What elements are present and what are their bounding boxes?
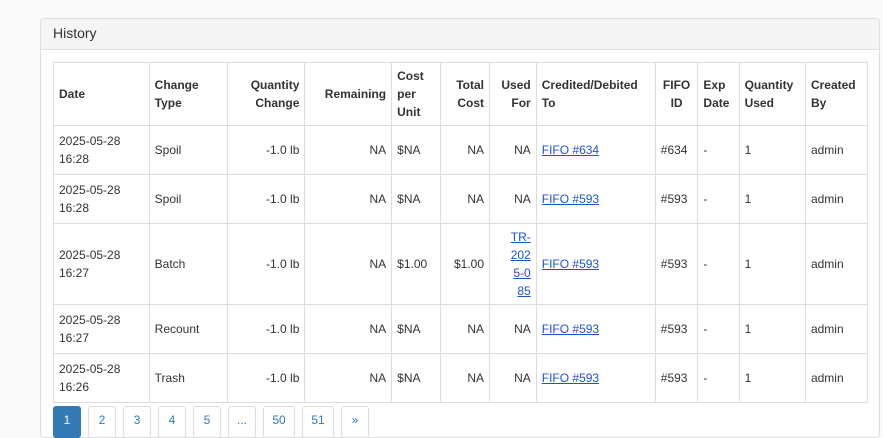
- cell-total-cost: NA: [440, 353, 491, 403]
- next-page-button[interactable]: »: [341, 406, 369, 438]
- cell-created-by: admin: [804, 304, 869, 354]
- cell-used-for: NA: [489, 125, 537, 175]
- page-ellipsis: ...: [228, 406, 256, 438]
- pagination: 1 2 3 4 5 ... 50 51 »: [53, 406, 369, 438]
- fifo-link[interactable]: FIFO #593: [542, 371, 599, 385]
- table-row: 2025-05-28 16:28 Spoil -1.0 lb NA $NA NA…: [53, 174, 869, 224]
- page-button-2[interactable]: 2: [88, 406, 116, 438]
- header-cost-per-unit: Cost per Unit: [391, 62, 442, 126]
- cell-date: 2025-05-28 16:28: [53, 125, 150, 175]
- cell-created-by: admin: [804, 353, 869, 403]
- header-created-by: Created By: [804, 62, 869, 126]
- cell-quantity-used: 1: [738, 223, 806, 305]
- cell-cost-per-unit: $NA: [391, 125, 442, 175]
- page-button-5[interactable]: 5: [193, 406, 221, 438]
- table-row: 2025-05-28 16:28 Spoil -1.0 lb NA $NA NA…: [53, 125, 869, 175]
- cell-remaining: NA: [304, 174, 393, 224]
- cell-quantity-change: -1.0 lb: [226, 304, 306, 354]
- cell-quantity-used: 1: [738, 174, 806, 224]
- fifo-link[interactable]: FIFO #593: [542, 192, 599, 206]
- table-row: 2025-05-28 16:27 Batch -1.0 lb NA $1.00 …: [53, 223, 869, 305]
- header-credited-debited-to: Credited/Debited To: [535, 62, 656, 126]
- cell-date: 2025-05-28 16:28: [53, 174, 150, 224]
- cell-exp-date: -: [697, 353, 740, 403]
- cell-date: 2025-05-28 16:27: [53, 304, 150, 354]
- cell-quantity-used: 1: [738, 304, 806, 354]
- header-remaining: Remaining: [304, 62, 393, 126]
- cell-quantity-change: -1.0 lb: [226, 223, 306, 305]
- history-panel: History Date Change Type Quantity Change…: [40, 18, 880, 438]
- header-total-cost: Total Cost: [440, 62, 491, 126]
- history-table: Date Change Type Quantity Change Remaini…: [53, 62, 869, 403]
- page-button-50[interactable]: 50: [263, 406, 295, 438]
- cell-quantity-change: -1.0 lb: [226, 353, 306, 403]
- panel-title: History: [41, 19, 879, 50]
- fifo-link[interactable]: FIFO #593: [542, 322, 599, 336]
- cell-cost-per-unit: $1.00: [391, 223, 442, 305]
- cell-cost-per-unit: $NA: [391, 304, 442, 354]
- cell-credited-to: FIFO #593: [535, 353, 656, 403]
- cell-fifo-id: #593: [654, 304, 699, 354]
- cell-quantity-change: -1.0 lb: [226, 174, 306, 224]
- cell-date: 2025-05-28 16:27: [53, 223, 150, 305]
- header-exp-date: Exp Date: [697, 62, 740, 126]
- header-quantity-used: Quantity Used: [738, 62, 806, 126]
- table-header-row: Date Change Type Quantity Change Remaini…: [53, 62, 869, 126]
- cell-credited-to: FIFO #593: [535, 174, 656, 224]
- header-quantity-change: Quantity Change: [226, 62, 306, 126]
- cell-credited-to: FIFO #634: [535, 125, 656, 175]
- cell-quantity-used: 1: [738, 125, 806, 175]
- cell-change-type: Batch: [148, 223, 228, 305]
- cell-change-type: Spoil: [148, 174, 228, 224]
- header-fifo-id: FIFO ID: [654, 62, 699, 126]
- cell-total-cost: NA: [440, 304, 491, 354]
- cell-remaining: NA: [304, 223, 393, 305]
- header-used-for: Used For: [489, 62, 537, 126]
- table-row: 2025-05-28 16:27 Recount -1.0 lb NA $NA …: [53, 304, 869, 354]
- cell-used-for: NA: [489, 304, 537, 354]
- cell-fifo-id: #593: [654, 223, 699, 305]
- cell-fifo-id: #593: [654, 174, 699, 224]
- cell-quantity-used: 1: [738, 353, 806, 403]
- page-button-3[interactable]: 3: [123, 406, 151, 438]
- cell-created-by: admin: [804, 174, 869, 224]
- cell-fifo-id: #593: [654, 353, 699, 403]
- cell-created-by: admin: [804, 125, 869, 175]
- table-row: 2025-05-28 16:26 Trash -1.0 lb NA $NA NA…: [53, 353, 869, 403]
- cell-date: 2025-05-28 16:26: [53, 353, 150, 403]
- cell-remaining: NA: [304, 125, 393, 175]
- page-button-4[interactable]: 4: [158, 406, 186, 438]
- cell-cost-per-unit: $NA: [391, 353, 442, 403]
- cell-credited-to: FIFO #593: [535, 304, 656, 354]
- cell-exp-date: -: [697, 223, 740, 305]
- cell-fifo-id: #634: [654, 125, 699, 175]
- cell-used-for: NA: [489, 353, 537, 403]
- cell-cost-per-unit: $NA: [391, 174, 442, 224]
- batch-link[interactable]: TR-2025-085: [509, 228, 531, 300]
- cell-total-cost: NA: [440, 125, 491, 175]
- cell-change-type: Trash: [148, 353, 228, 403]
- page-button-1[interactable]: 1: [53, 406, 81, 438]
- cell-used-for: NA: [489, 174, 537, 224]
- cell-used-for: TR-2025-085: [489, 223, 537, 305]
- cell-credited-to: FIFO #593: [535, 223, 656, 305]
- fifo-link[interactable]: FIFO #593: [542, 257, 599, 271]
- header-change-type: Change Type: [148, 62, 228, 126]
- page-button-51[interactable]: 51: [302, 406, 334, 438]
- cell-remaining: NA: [304, 353, 393, 403]
- cell-exp-date: -: [697, 174, 740, 224]
- cell-quantity-change: -1.0 lb: [226, 125, 306, 175]
- cell-created-by: admin: [804, 223, 869, 305]
- cell-exp-date: -: [697, 125, 740, 175]
- cell-change-type: Spoil: [148, 125, 228, 175]
- cell-total-cost: NA: [440, 174, 491, 224]
- header-date: Date: [53, 62, 150, 126]
- cell-change-type: Recount: [148, 304, 228, 354]
- cell-exp-date: -: [697, 304, 740, 354]
- cell-total-cost: $1.00: [440, 223, 491, 305]
- fifo-link[interactable]: FIFO #634: [542, 143, 599, 157]
- cell-remaining: NA: [304, 304, 393, 354]
